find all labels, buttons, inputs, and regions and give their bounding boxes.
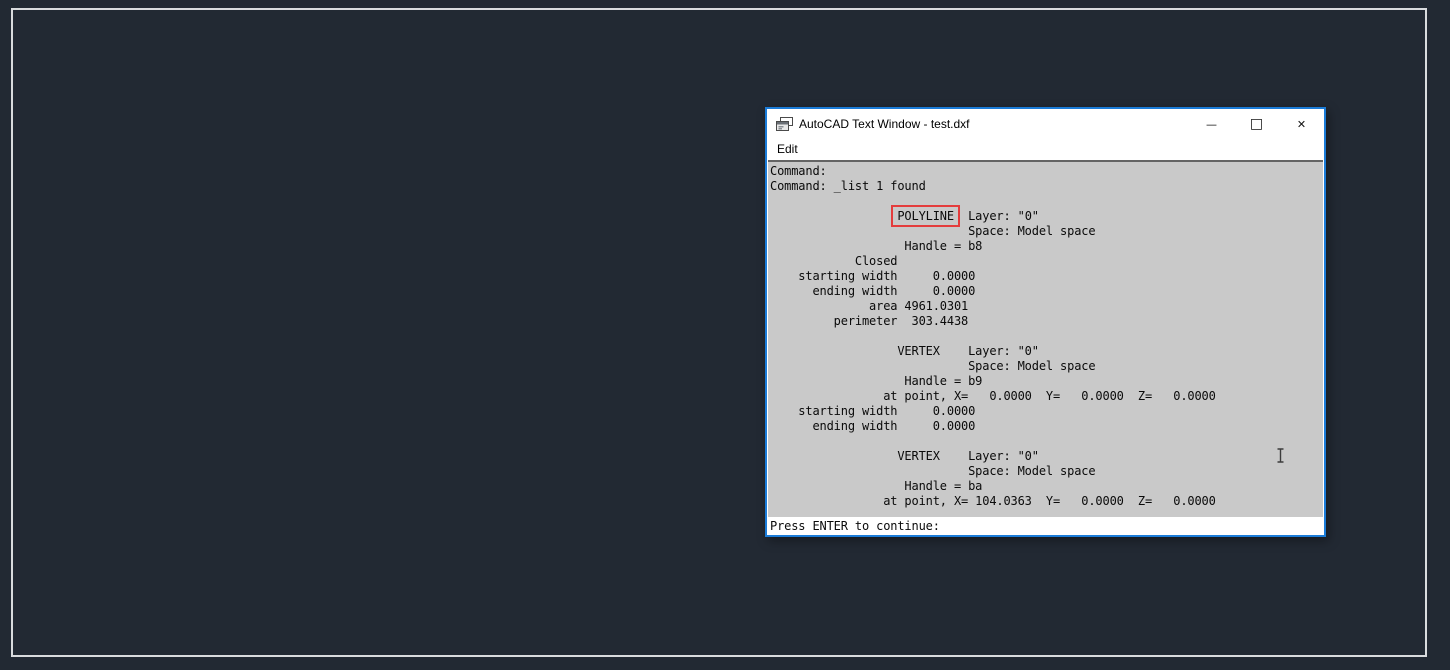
minimize-button[interactable]: — xyxy=(1189,109,1234,139)
menu-edit[interactable]: Edit xyxy=(767,140,805,159)
text-window-icon xyxy=(776,116,793,132)
input-prompt: Press ENTER to continue: xyxy=(770,519,940,533)
title-bar[interactable]: AutoCAD Text Window - test.dxf — □ ✕ xyxy=(767,109,1324,139)
maximize-icon: □ xyxy=(1249,116,1264,132)
autocad-text-window: AutoCAD Text Window - test.dxf — □ ✕ Edi… xyxy=(765,107,1326,537)
console-area[interactable]: Command: Command: _list 1 found POLYLINE… xyxy=(768,160,1323,517)
menu-bar: Edit xyxy=(767,139,1324,160)
caption-buttons: — □ ✕ xyxy=(1189,109,1324,139)
close-icon: ✕ xyxy=(1296,117,1307,131)
i-beam-text-cursor xyxy=(1276,448,1285,463)
window-title: AutoCAD Text Window - test.dxf xyxy=(799,117,970,131)
console-output: Command: Command: _list 1 found POLYLINE… xyxy=(770,164,1216,508)
maximize-button[interactable]: □ xyxy=(1234,109,1279,139)
polyline-highlight-box: POLYLINE xyxy=(891,205,960,227)
minimize-icon: — xyxy=(1206,117,1217,131)
close-button[interactable]: ✕ xyxy=(1279,109,1324,139)
command-input-line[interactable]: Press ENTER to continue: xyxy=(767,517,1324,535)
